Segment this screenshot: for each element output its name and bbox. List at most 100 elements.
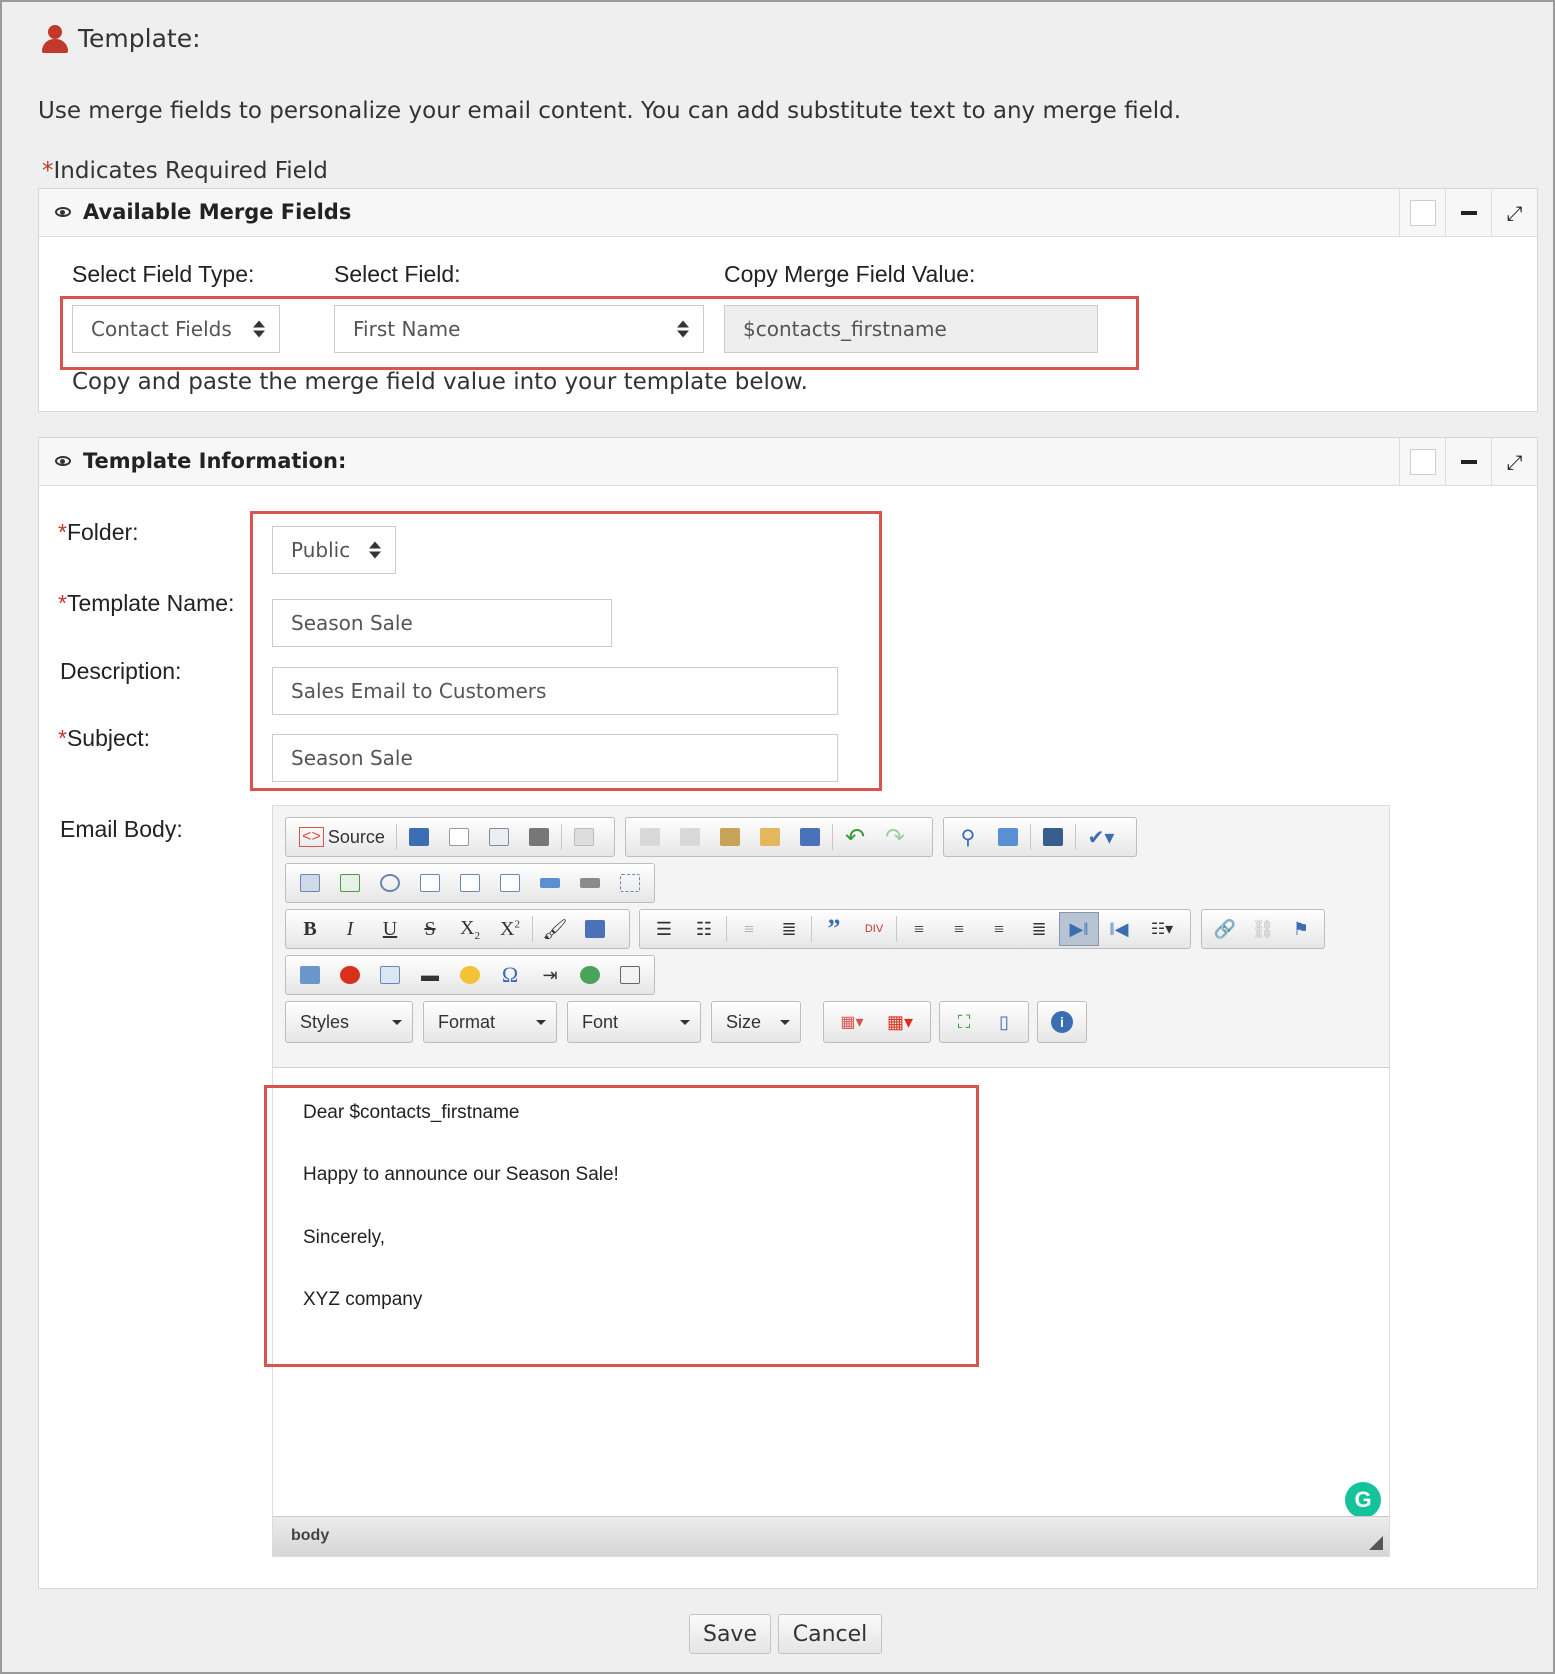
- textfield-button[interactable]: [410, 866, 450, 900]
- placeholder-image-button[interactable]: [610, 958, 650, 992]
- template-name-label: *Template Name:: [58, 590, 235, 616]
- replace-button[interactable]: [988, 820, 1028, 854]
- iframe-button[interactable]: [570, 958, 610, 992]
- show-blocks-button[interactable]: ▯: [984, 1005, 1024, 1039]
- paste-button[interactable]: [710, 820, 750, 854]
- preview-button[interactable]: [479, 820, 519, 854]
- field-label: Select Field:: [334, 261, 461, 287]
- copy-format-button[interactable]: 🖌: [535, 912, 575, 946]
- size-combo[interactable]: Size: [711, 1001, 801, 1043]
- print-button[interactable]: [519, 820, 559, 854]
- caret-down-icon: [536, 1020, 546, 1025]
- align-left-button[interactable]: ≡: [899, 912, 939, 946]
- button-field-button[interactable]: [530, 866, 570, 900]
- underline-icon: U: [382, 917, 398, 940]
- resize-handle-icon[interactable]: [1369, 1536, 1383, 1550]
- language-button[interactable]: ☷▾: [1139, 912, 1185, 946]
- smiley-button[interactable]: [450, 958, 490, 992]
- fullscreen-button[interactable]: ⤢: [1491, 438, 1537, 486]
- flash-button[interactable]: [330, 958, 370, 992]
- new-page-button[interactable]: [439, 820, 479, 854]
- source-button[interactable]: <> Source: [290, 820, 394, 854]
- collapse-button[interactable]: [1445, 189, 1491, 237]
- form-button[interactable]: [290, 866, 330, 900]
- bulleted-list-button[interactable]: ☷: [684, 912, 724, 946]
- page-break-button[interactable]: ⇥: [530, 958, 570, 992]
- brush-icon: 🖌: [542, 918, 568, 941]
- unlink-button[interactable]: ⛓: [1244, 912, 1282, 946]
- globe-icon: [580, 966, 600, 984]
- about-button[interactable]: i: [1042, 1005, 1082, 1039]
- image-button-button[interactable]: [570, 866, 610, 900]
- horizontal-rule-button[interactable]: ▬: [410, 958, 450, 992]
- indent-button[interactable]: ≣: [769, 912, 809, 946]
- element-path[interactable]: body: [291, 1527, 329, 1545]
- page-title: Template:: [78, 24, 201, 53]
- eye-icon[interactable]: [55, 456, 71, 466]
- templates-icon: [574, 828, 594, 846]
- ltr-icon: ▶‖: [1069, 918, 1089, 939]
- ltr-button[interactable]: ▶‖: [1059, 912, 1099, 946]
- special-char-button[interactable]: Ω: [490, 958, 530, 992]
- blockquote-button[interactable]: ”: [814, 912, 854, 946]
- radio-button[interactable]: [370, 866, 410, 900]
- redo-button[interactable]: ↷: [875, 820, 915, 854]
- table-button[interactable]: [370, 958, 410, 992]
- paste-word-button[interactable]: [790, 820, 830, 854]
- quote-icon: ”: [827, 914, 841, 943]
- bold-button[interactable]: B: [290, 912, 330, 946]
- numbered-list-button[interactable]: ☰: [644, 912, 684, 946]
- panel-color-toggle[interactable]: [1399, 438, 1445, 486]
- subscript-button[interactable]: X2: [450, 912, 490, 946]
- align-right-button[interactable]: ≡: [979, 912, 1019, 946]
- div-button[interactable]: DIV: [854, 912, 894, 946]
- paste-text-button[interactable]: [750, 820, 790, 854]
- rtl-icon: ‖◀: [1109, 918, 1129, 939]
- undo-button[interactable]: ↶: [835, 820, 875, 854]
- save-doc-button[interactable]: [399, 820, 439, 854]
- cancel-button[interactable]: Cancel: [778, 1614, 882, 1654]
- eye-icon[interactable]: [55, 207, 71, 217]
- cut-button[interactable]: [630, 820, 670, 854]
- align-center-button[interactable]: ≡: [939, 912, 979, 946]
- rtl-button[interactable]: ‖◀: [1099, 912, 1139, 946]
- image-button[interactable]: [290, 958, 330, 992]
- maximize-button[interactable]: ⛶: [944, 1005, 984, 1039]
- table-insert-button[interactable]: ▦▾: [876, 1005, 924, 1039]
- strike-button[interactable]: S: [410, 912, 450, 946]
- find-button[interactable]: ⚲: [948, 820, 988, 854]
- link-icon: 🔗: [1213, 918, 1237, 939]
- fullscreen-button[interactable]: ⤢: [1491, 189, 1537, 237]
- save-button[interactable]: Save: [689, 1614, 771, 1654]
- expand-icon: ⤢: [1506, 201, 1523, 225]
- select-field-button[interactable]: [490, 866, 530, 900]
- underline-button[interactable]: U: [370, 912, 410, 946]
- templates-button[interactable]: [564, 820, 604, 854]
- anchor-button[interactable]: ⚑: [1282, 912, 1320, 946]
- italic-button[interactable]: I: [330, 912, 370, 946]
- font-combo[interactable]: Font: [567, 1001, 701, 1043]
- remove-format-button[interactable]: [575, 912, 615, 946]
- collapse-button[interactable]: [1445, 438, 1491, 486]
- outdent-button[interactable]: ≡: [729, 912, 769, 946]
- toolbar-form-group: [285, 863, 655, 903]
- grammarly-icon[interactable]: G: [1345, 1482, 1381, 1518]
- checkbox-button[interactable]: [330, 866, 370, 900]
- editor-statusbar: body: [273, 1516, 1389, 1556]
- spellcheck-button[interactable]: ✔▾: [1078, 820, 1124, 854]
- styles-combo[interactable]: Styles: [285, 1001, 413, 1043]
- textarea-button[interactable]: [450, 866, 490, 900]
- format-combo[interactable]: Format: [423, 1001, 557, 1043]
- justify-button[interactable]: ≣: [1019, 912, 1059, 946]
- superscript-button[interactable]: X2: [490, 912, 530, 946]
- link-button[interactable]: 🔗: [1206, 912, 1244, 946]
- hidden-field-button[interactable]: [610, 866, 650, 900]
- bold-icon: B: [303, 917, 317, 940]
- page-header: Template:: [42, 24, 201, 53]
- print-icon: [529, 828, 549, 846]
- page-break-icon: ⇥: [542, 964, 558, 985]
- copy-button[interactable]: [670, 820, 710, 854]
- select-all-button[interactable]: [1033, 820, 1073, 854]
- panel-color-toggle[interactable]: [1399, 189, 1445, 237]
- text-color-button[interactable]: ▦▾: [828, 1005, 876, 1039]
